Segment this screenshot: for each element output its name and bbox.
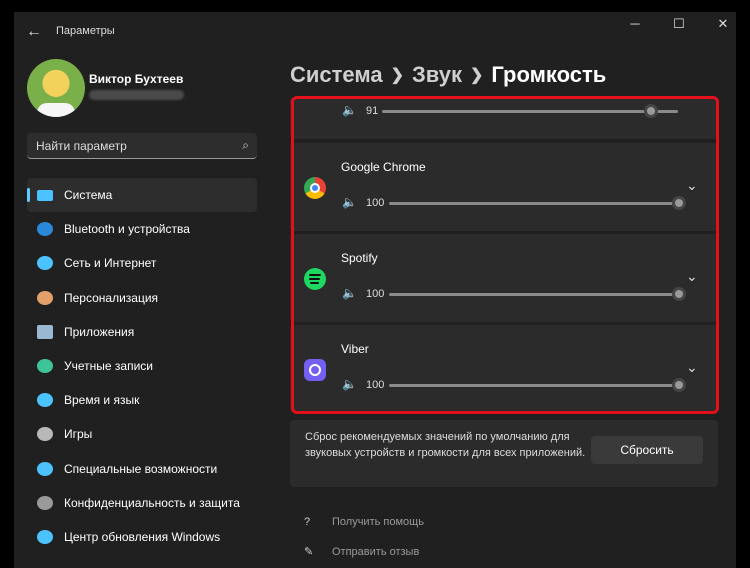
spotify-icon — [304, 268, 326, 290]
close-icon[interactable]: ✕ — [708, 16, 736, 32]
avatar[interactable] — [27, 59, 85, 117]
sidebar-item-7[interactable]: Игры — [27, 417, 257, 451]
reset-button[interactable]: Сбросить — [591, 436, 703, 464]
user-email-blurred — [89, 90, 184, 100]
search-input[interactable] — [27, 133, 227, 158]
volume-slider[interactable] — [389, 384, 679, 387]
maximize-icon[interactable]: ☐ — [664, 16, 694, 32]
sidebar-item-label: Система — [64, 188, 113, 203]
monitor-icon — [37, 189, 53, 201]
volume-slider[interactable] — [389, 293, 679, 296]
sidebar-item-0[interactable]: Система — [27, 178, 257, 213]
sidebar-item-label: Сеть и Интернет — [64, 256, 157, 271]
volume-slider-thumb[interactable] — [672, 287, 686, 301]
reset-card: Сброс рекомендуемых значений по умолчани… — [290, 420, 718, 487]
search-box[interactable]: ⌕ — [27, 133, 257, 159]
title-bar: ← Параметры ─ ☐ ✕ — [14, 12, 736, 52]
expand-chevron-icon[interactable]: ⌄ — [686, 177, 698, 194]
volume-slider[interactable] — [382, 110, 678, 113]
sidebar-item-5[interactable]: Учетные записи — [27, 349, 257, 383]
wifi-icon — [37, 256, 53, 271]
shield-icon — [37, 495, 53, 510]
sidebar-item-label: Время и язык — [64, 393, 140, 408]
update-icon — [37, 529, 53, 544]
speaker-icon[interactable]: 🔈 — [342, 103, 357, 117]
expand-chevron-icon[interactable]: ⌄ — [686, 359, 698, 376]
sidebar-item-label: Учетные записи — [64, 359, 153, 374]
app-volume-card: Viber ⌄ 🔈 100 — [290, 325, 718, 413]
sidebar-item-label: Центр обновления Windows — [64, 529, 221, 544]
breadcrumb-sound[interactable]: Звук — [412, 62, 462, 87]
account-icon — [37, 359, 53, 374]
sidebar-item-label: Bluetooth и устройства — [64, 222, 190, 237]
sidebar-item-10[interactable]: Центр обновления Windows — [27, 520, 257, 554]
sidebar-item-6[interactable]: Время и язык — [27, 383, 257, 417]
app-volume-card: Spotify ⌄ 🔈 100 — [290, 234, 718, 322]
breadcrumb-system[interactable]: Система — [290, 62, 383, 87]
speaker-icon[interactable]: 🔈 — [342, 286, 357, 300]
volume-slider[interactable] — [389, 202, 679, 205]
volume-slider-thumb[interactable] — [672, 196, 686, 210]
get-help-link[interactable]: ? Получить помощь — [304, 516, 424, 528]
app-name: Spotify — [341, 251, 378, 265]
sidebar-item-2[interactable]: Сеть и Интернет — [27, 246, 257, 280]
volume-mixer-list: Viber ⌄ 🔈 100 Spotify ⌄ 🔈 100 Google Chrome ⌄ 🔈 100… — [290, 98, 720, 568]
expand-chevron-icon[interactable]: ⌄ — [686, 268, 698, 285]
app-name: Viber — [341, 342, 369, 356]
globe-clock-icon — [37, 393, 53, 408]
app-title: Параметры — [56, 25, 115, 37]
back-arrow-icon[interactable]: ← — [26, 23, 42, 41]
speaker-icon[interactable]: 🔈 — [342, 377, 357, 391]
breadcrumb: Система ❯ Звук ❯ Громкость — [290, 62, 606, 88]
chevron-right-icon: ❯ — [390, 67, 404, 84]
sidebar-item-1[interactable]: Bluetooth и устройства — [27, 212, 257, 246]
sidebar-item-label: Игры — [64, 427, 93, 442]
app-volume-card: Google Chrome ⌄ 🔈 100 — [290, 143, 718, 231]
volume-value: 91 — [366, 105, 379, 117]
volume-slider-thumb[interactable] — [672, 378, 686, 392]
sidebar-nav: Система Bluetooth и устройства Сеть и Инте… — [27, 178, 257, 554]
settings-window: ← Параметры ─ ☐ ✕ Виктор Бухтеев ⌕ Систе… — [14, 12, 736, 568]
accessibility-icon — [37, 461, 53, 476]
sidebar-item-label: Приложения — [64, 324, 135, 339]
brush-icon — [37, 290, 53, 305]
app-name: Google Chrome — [341, 160, 426, 174]
sidebar-item-9[interactable]: Конфиденциальность и защита — [27, 486, 257, 520]
gamepad-icon — [37, 427, 53, 442]
user-name: Виктор Бухтеев — [89, 72, 184, 86]
viber-icon — [304, 359, 326, 381]
volume-value: 100 — [366, 197, 385, 209]
speaker-icon[interactable]: 🔈 — [342, 195, 357, 209]
reset-description: Сброс рекомендуемых значений по умолчани… — [305, 431, 586, 459]
feedback-label: Отправить отзыв — [332, 546, 420, 558]
sidebar-item-8[interactable]: Специальные возможности — [27, 452, 257, 486]
chrome-icon — [304, 177, 326, 199]
feedback-link[interactable]: ✎ Отправить отзыв — [304, 545, 419, 558]
get-help-label: Получить помощь — [332, 516, 424, 528]
sidebar-item-label: Конфиденциальность и защита — [64, 495, 240, 510]
feedback-icon: ✎ — [304, 546, 314, 558]
sidebar-item-label: Специальные возможности — [64, 461, 218, 476]
apps-icon — [37, 324, 53, 339]
app-volume-card: 🔈 91 — [290, 98, 718, 139]
page-title: Громкость — [491, 62, 607, 87]
sidebar-item-3[interactable]: Персонализация — [27, 281, 257, 315]
search-icon[interactable]: ⌕ — [242, 138, 249, 153]
sidebar-item-label: Персонализация — [64, 290, 159, 305]
chevron-right-icon: ❯ — [470, 67, 484, 84]
sidebar-item-4[interactable]: Приложения — [27, 315, 257, 349]
volume-value: 100 — [366, 288, 385, 300]
volume-slider-thumb[interactable] — [644, 104, 659, 118]
bluetooth-icon — [37, 222, 53, 237]
volume-value: 100 — [366, 379, 385, 391]
help-icon: ? — [304, 516, 311, 528]
minimize-icon[interactable]: ─ — [620, 16, 650, 31]
